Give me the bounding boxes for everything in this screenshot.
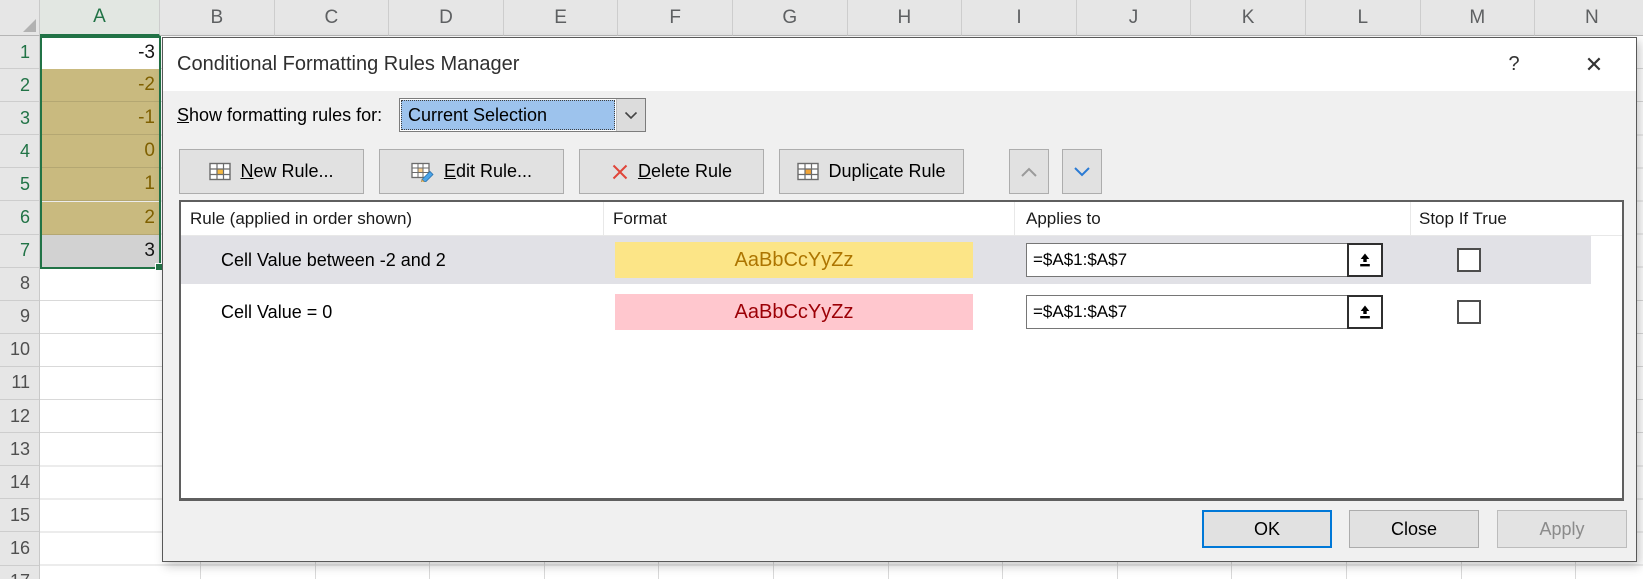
column-header-I[interactable]: I — [962, 0, 1077, 36]
cell-A6[interactable]: 2 — [40, 202, 160, 235]
close-icon: ✕ — [1585, 52, 1603, 78]
column-header-K[interactable]: K — [1191, 0, 1306, 36]
cell-A3[interactable]: -1 — [40, 102, 160, 135]
row-header-5[interactable]: 5 — [0, 168, 39, 201]
cell-A7[interactable]: 3 — [40, 235, 160, 268]
cell-A5[interactable]: 1 — [40, 168, 160, 201]
dialog-close-button[interactable]: ✕ — [1576, 38, 1612, 91]
column-header-B[interactable]: B — [160, 0, 275, 36]
rule-description: Cell Value between -2 and 2 — [221, 236, 446, 284]
move-rule-up-button[interactable] — [1009, 149, 1049, 194]
row-header-13[interactable]: 13 — [0, 433, 39, 466]
row-header-16[interactable]: 16 — [0, 532, 39, 565]
cell-A2[interactable]: -2 — [40, 69, 160, 102]
column-header-E[interactable]: E — [504, 0, 619, 36]
row-header-14[interactable]: 14 — [0, 466, 39, 499]
row-header-4[interactable]: 4 — [0, 135, 39, 168]
applies-to-input[interactable] — [1026, 295, 1348, 329]
column-header-stop-if-true: Stop If True — [1411, 202, 1592, 236]
rule-row-1[interactable]: Cell Value between -2 and 2 AaBbCcYyZz — [181, 236, 1591, 284]
dialog-title: Conditional Formatting Rules Manager — [177, 53, 519, 76]
row-header-2[interactable]: 2 — [0, 69, 39, 102]
delete-rule-button[interactable]: Delete Rule — [579, 149, 764, 194]
column-header-C[interactable]: C — [275, 0, 390, 36]
collapse-dialog-button[interactable] — [1347, 243, 1383, 277]
delete-x-icon — [611, 163, 629, 181]
rules-list: Rule (applied in order shown) Format App… — [179, 200, 1624, 501]
rule-description: Cell Value = 0 — [221, 288, 332, 336]
column-header-applies-to: Applies to — [1015, 202, 1411, 236]
column-header-D[interactable]: D — [389, 0, 504, 36]
row-header-10[interactable]: 10 — [0, 334, 39, 367]
new-rule-label: New Rule... — [240, 161, 333, 182]
column-header-J[interactable]: J — [1077, 0, 1192, 36]
collapse-dialog-button[interactable] — [1347, 295, 1383, 329]
select-all-corner[interactable] — [0, 0, 40, 36]
column-header-format: Format — [604, 202, 1015, 236]
applies-to-input[interactable] — [1026, 243, 1348, 277]
rules-list-header: Rule (applied in order shown) Format App… — [181, 202, 1622, 236]
rules-toolbar: New Rule... Edit Rule... Delete Rule — [179, 149, 1102, 194]
delete-rule-label: Delete Rule — [638, 161, 732, 182]
stop-if-true-checkbox[interactable] — [1457, 248, 1481, 272]
new-rule-button[interactable]: New Rule... — [179, 149, 364, 194]
dropdown-selected-value: Current Selection — [401, 100, 615, 130]
row-header-1[interactable]: 1 — [0, 36, 39, 69]
range-select-arrow-icon — [1357, 252, 1373, 268]
move-rule-down-button[interactable] — [1062, 149, 1102, 194]
row-header-8[interactable]: 8 — [0, 268, 39, 301]
format-preview: AaBbCcYyZz — [615, 242, 973, 278]
row-header-11[interactable]: 11 — [0, 367, 39, 400]
chevron-up-icon — [1020, 166, 1038, 178]
cell-A4[interactable]: 0 — [40, 135, 160, 168]
column-header-M[interactable]: M — [1421, 0, 1536, 36]
row-header-12[interactable]: 12 — [0, 400, 39, 433]
row-header-3[interactable]: 3 — [0, 102, 39, 135]
apply-button: Apply — [1497, 510, 1627, 548]
row-header-17[interactable]: 17 — [0, 566, 39, 579]
column-header-rule: Rule (applied in order shown) — [181, 202, 604, 236]
column-headers: ABCDEFGHIJKLMN — [0, 0, 1643, 36]
rule-row-2[interactable]: Cell Value = 0 AaBbCcYyZz — [181, 288, 1591, 336]
help-icon: ? — [1508, 53, 1519, 76]
excel-screen: ABCDEFGHIJKLMN 1234567891011121314151617… — [0, 0, 1643, 579]
help-button[interactable]: ? — [1499, 38, 1529, 91]
chevron-down-icon — [1073, 166, 1091, 178]
chevron-down-icon — [624, 111, 638, 120]
table-edit-icon — [411, 162, 435, 182]
format-preview: AaBbCcYyZz — [615, 294, 973, 330]
row-header-6[interactable]: 6 — [0, 201, 39, 234]
column-header-A[interactable]: A — [40, 0, 160, 36]
show-rules-dropdown[interactable]: Current Selection — [399, 98, 646, 132]
column-header-H[interactable]: H — [848, 0, 963, 36]
column-header-N[interactable]: N — [1535, 0, 1643, 36]
stop-if-true-checkbox[interactable] — [1457, 300, 1481, 324]
dropdown-arrow-button[interactable] — [616, 99, 645, 131]
cell-A1[interactable]: -3 — [40, 36, 160, 69]
row-headers: 1234567891011121314151617 — [0, 36, 40, 579]
table-duplicate-icon — [797, 162, 819, 181]
duplicate-rule-button[interactable]: Duplicate Rule — [779, 149, 964, 194]
edit-rule-label: Edit Rule... — [444, 161, 532, 182]
edit-rule-button[interactable]: Edit Rule... — [379, 149, 564, 194]
column-header-L[interactable]: L — [1306, 0, 1421, 36]
duplicate-rule-label: Duplicate Rule — [828, 161, 945, 182]
table-new-icon — [209, 162, 231, 181]
range-select-arrow-icon — [1357, 304, 1373, 320]
ok-button[interactable]: OK — [1202, 510, 1332, 548]
row-header-15[interactable]: 15 — [0, 499, 39, 532]
column-header-F[interactable]: F — [618, 0, 733, 36]
show-rules-label: Show formatting rules for: — [177, 98, 382, 132]
dialog-titlebar[interactable]: Conditional Formatting Rules Manager — [163, 38, 1636, 91]
row-header-9[interactable]: 9 — [0, 301, 39, 334]
close-button[interactable]: Close — [1349, 510, 1479, 548]
row-header-7[interactable]: 7 — [0, 235, 39, 268]
conditional-formatting-rules-manager-dialog: Conditional Formatting Rules Manager ? ✕… — [162, 37, 1637, 562]
column-header-G[interactable]: G — [733, 0, 848, 36]
